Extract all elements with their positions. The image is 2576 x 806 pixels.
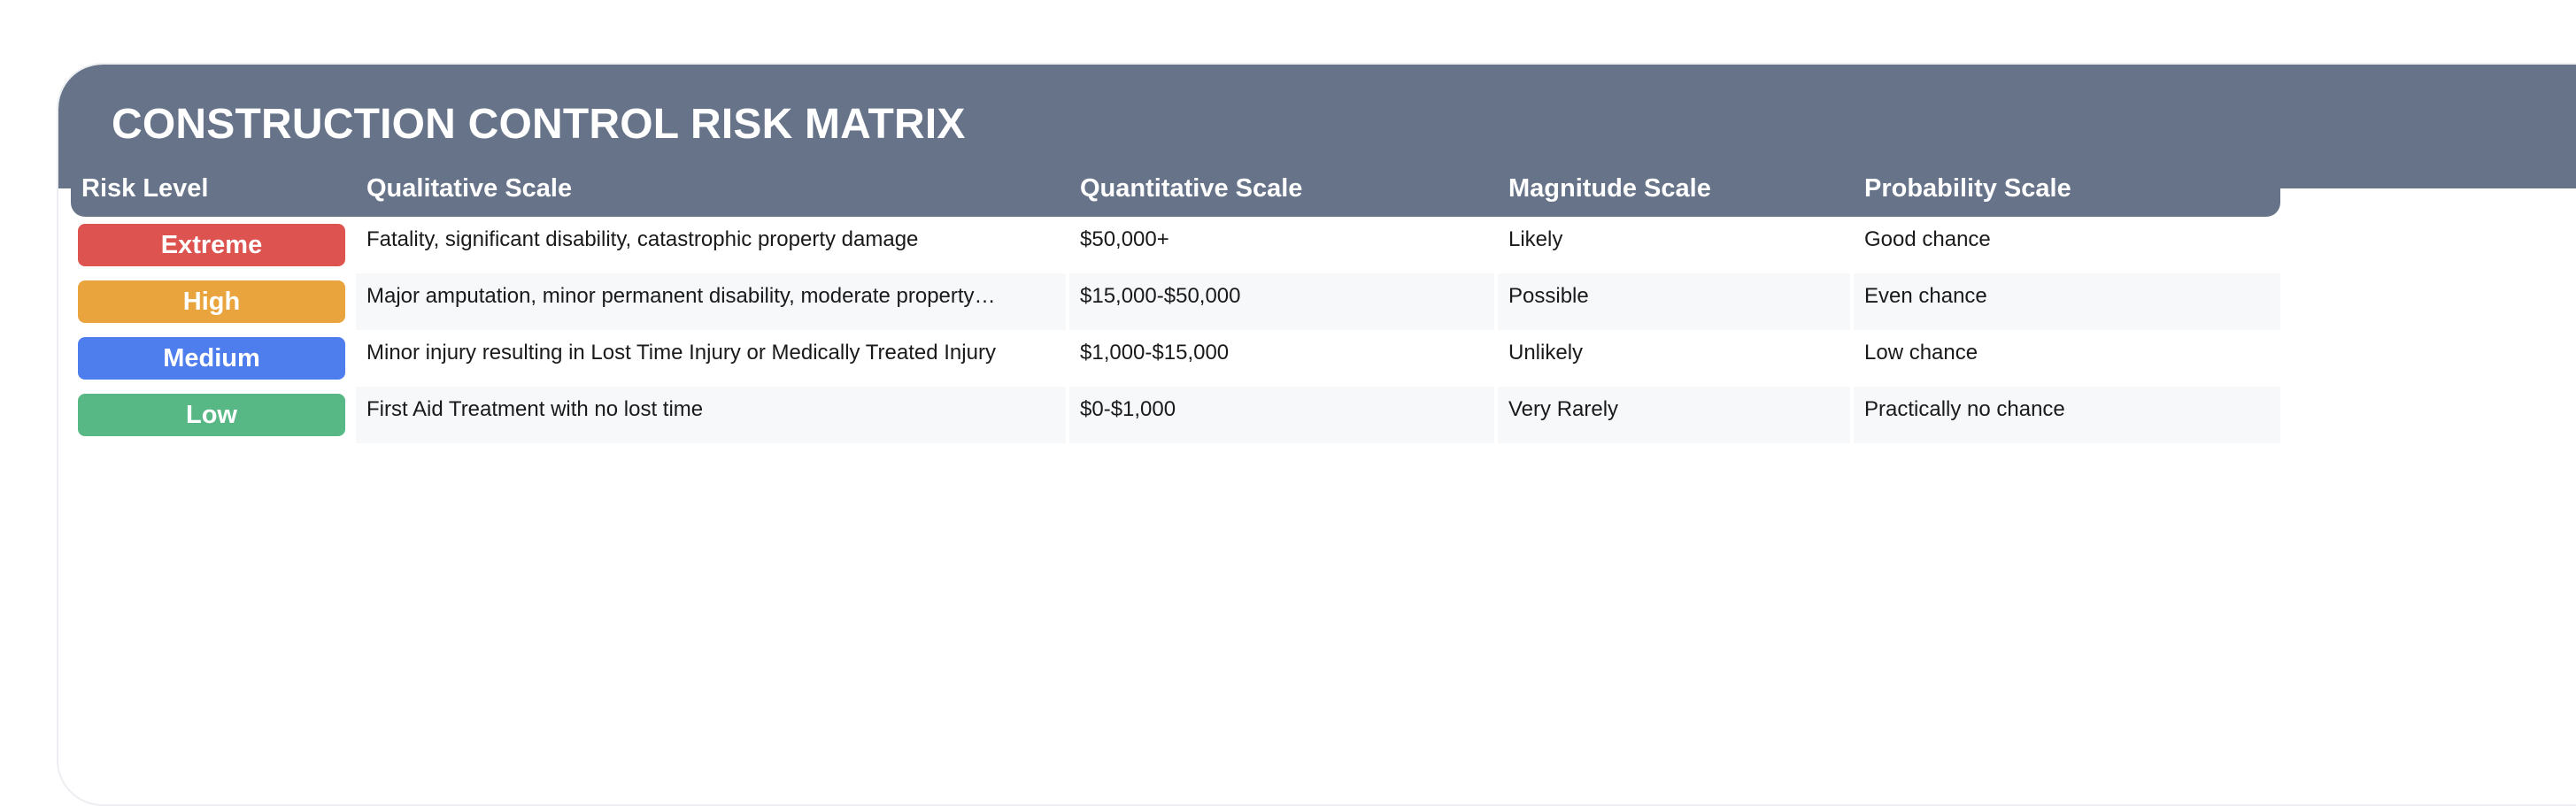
quantitative-cell: $50,000+ [1069,217,1498,273]
probability-cell: Good chance [1864,227,1991,251]
column-header-risk-level[interactable]: Risk Level [71,160,356,217]
table-row[interactable]: Extreme Fatality, significant disability… [71,217,2280,273]
probability-cell: Low chance [1864,341,1978,365]
column-header-quantitative-scale[interactable]: Quantitative Scale [1069,160,1498,217]
table-row[interactable]: High Major amputation, minor permanent d… [71,273,2280,330]
magnitude-cell: Likely [1498,217,1854,273]
probability-cell: Even chance [1854,273,2280,330]
magnitude-cell: Unlikely [1498,330,1854,387]
risk-level-cell: Low [71,387,356,443]
quantitative-cell: $1,000-$15,000 [1069,330,1498,387]
qualitative-cell: Major amputation, minor permanent disabi… [356,273,1069,330]
qualitative-cell: Fatality, significant disability, catast… [356,217,1069,273]
table-row[interactable]: Medium Minor injury resulting in Lost Ti… [71,330,2280,387]
column-header-magnitude-scale[interactable]: Magnitude Scale [1498,160,1854,217]
table-row[interactable]: Low First Aid Treatment with no lost tim… [71,387,2280,443]
risk-matrix-table: Risk Level Qualitative Scale Quantitativ… [71,160,2280,443]
magnitude-cell: Very Rarely [1498,387,1854,443]
magnitude-cell: Possible [1498,273,1854,330]
risk-level-badge-low: Low [78,394,345,436]
quantitative-cell: $0-$1,000 [1069,387,1498,443]
qualitative-cell: First Aid Treatment with no lost time [356,387,1069,443]
table-header-row: Risk Level Qualitative Scale Quantitativ… [71,160,2280,217]
risk-level-badge-medium: Medium [78,337,345,380]
risk-level-badge-extreme: Extreme [78,224,345,266]
risk-level-cell: Extreme [71,217,356,273]
risk-level-badge-high: High [78,280,345,323]
risk-level-cell: High [71,273,356,330]
qualitative-cell: Minor injury resulting in Lost Time Inju… [356,330,1069,387]
column-header-probability-scale[interactable]: Probability Scale [1854,160,2280,217]
page-title: CONSTRUCTION CONTROL RISK MATRIX [112,101,966,148]
risk-level-cell: Medium [71,330,356,387]
probability-cell: Practically no chance [1854,387,2280,443]
column-header-qualitative-scale[interactable]: Qualitative Scale [356,160,1069,217]
quantitative-cell: $15,000-$50,000 [1069,273,1498,330]
